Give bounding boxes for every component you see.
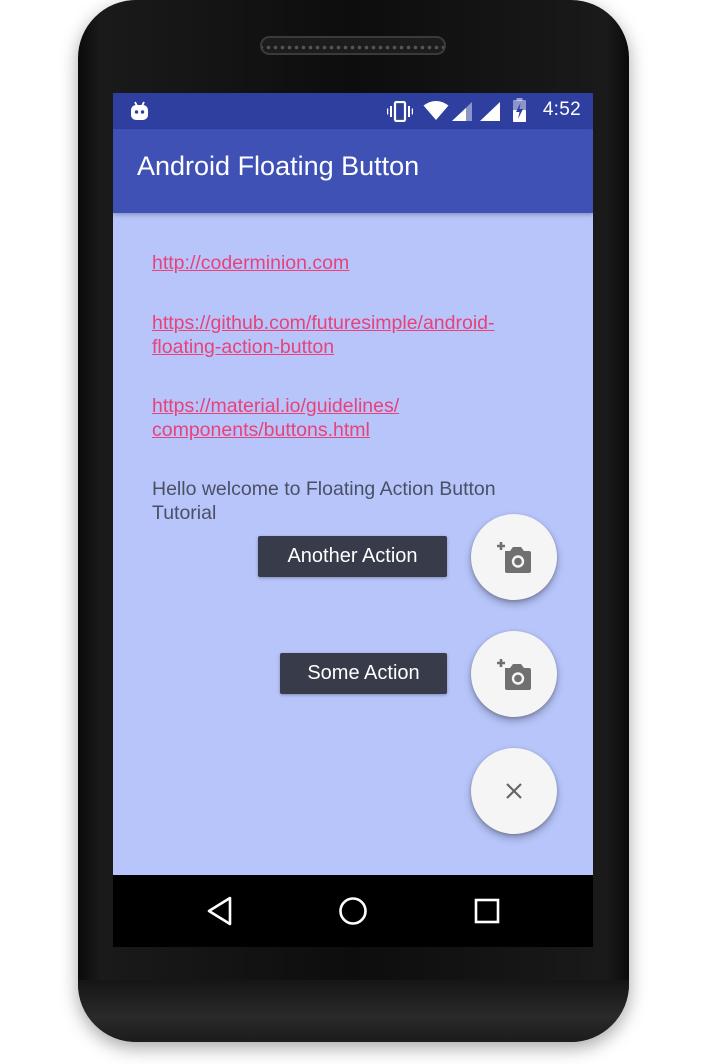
close-icon — [506, 783, 522, 799]
link-text-line2: floating-action-button — [152, 336, 335, 358]
status-time: 4:52 — [542, 99, 581, 120]
app-title: Android Floating Button — [137, 151, 420, 181]
hello-text-line1: Hello welcome to Floating Action Button — [152, 478, 496, 500]
link-github[interactable]: https://github.com/futuresimple/android-… — [152, 311, 562, 359]
signal-icon — [480, 102, 500, 121]
add-a-photo-icon — [497, 542, 531, 573]
wifi-icon — [423, 101, 449, 120]
recents-icon[interactable] — [474, 896, 500, 926]
status-bar: 4:52 — [113, 93, 593, 129]
back-icon[interactable] — [206, 896, 234, 926]
link-text-line1: https://material.io/guidelines/ — [152, 395, 400, 417]
some-action-fab[interactable] — [471, 631, 557, 717]
home-icon[interactable] — [338, 896, 368, 926]
link-material[interactable]: https://material.io/guidelines/ componen… — [152, 394, 562, 442]
link-text-line1: https://github.com/futuresimple/android- — [152, 312, 495, 334]
signal-icon — [452, 102, 472, 121]
app-bar: Android Floating Button — [113, 129, 593, 213]
another-action-label[interactable]: Another Action — [258, 536, 447, 577]
android-debug-icon — [131, 101, 148, 120]
add-a-photo-icon — [497, 659, 531, 690]
some-action-label[interactable]: Some Action — [280, 653, 447, 694]
phone-speaker — [260, 36, 446, 55]
another-action-fab[interactable] — [471, 514, 557, 600]
navigation-bar — [113, 875, 593, 947]
hello-text-line2: Tutorial — [152, 502, 217, 524]
link-text: http://coderminion.com — [152, 252, 350, 274]
app-screen: 4:52 Android Floating Button http://code… — [113, 93, 593, 875]
link-coderminion[interactable]: http://coderminion.com — [152, 251, 562, 275]
phone-chin — [78, 980, 629, 1042]
battery-charging-icon — [513, 98, 526, 122]
main-fab-close[interactable] — [471, 748, 557, 834]
vibrate-icon — [387, 101, 413, 122]
link-text-line2: components/buttons.html — [152, 419, 370, 441]
content-area: http://coderminion.com https://github.co… — [152, 251, 562, 525]
